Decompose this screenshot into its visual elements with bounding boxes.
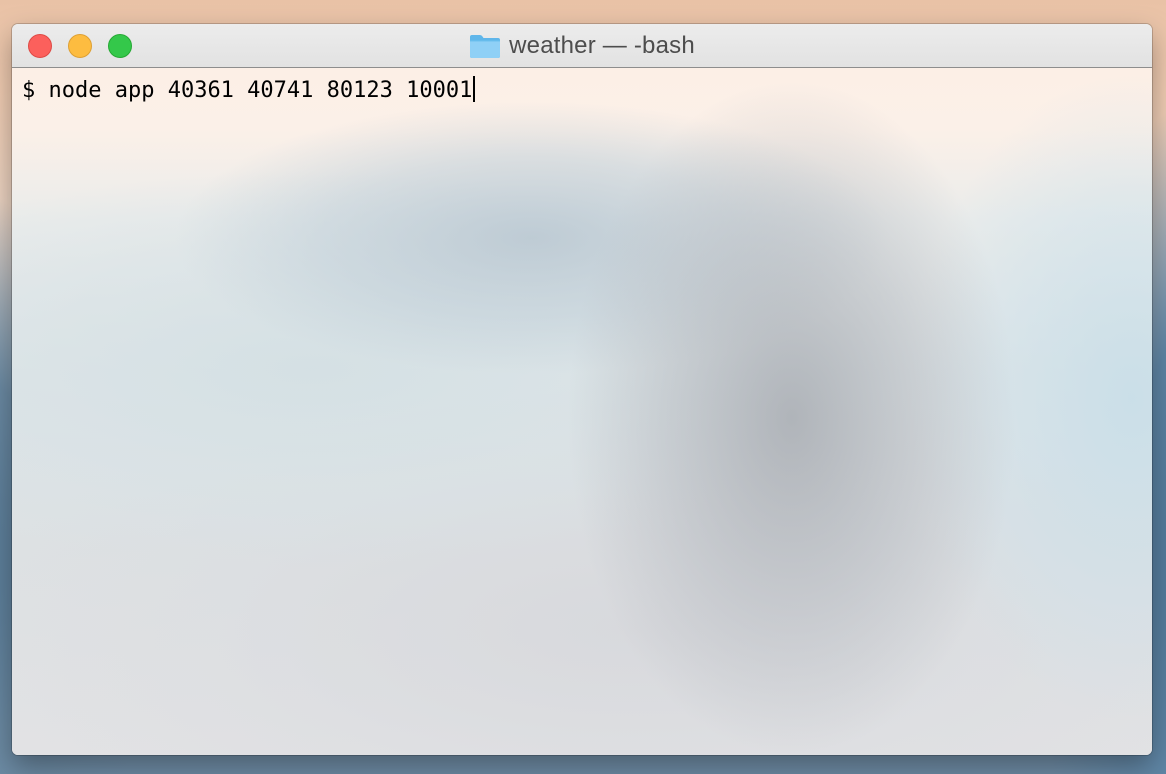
command-text: node app 40361 40741 80123 10001 [48,78,473,103]
folder-icon [469,33,501,59]
window-title: weather — -bash [509,32,695,59]
terminal-content[interactable]: $ node app 40361 40741 80123 10001 [12,68,1152,755]
prompt-symbol: $ [22,78,36,103]
window-title-area: weather — -bash [12,24,1152,68]
terminal-window: weather — -bash $ node app 40361 40741 8… [12,24,1152,755]
title-bar[interactable]: weather — -bash [12,24,1152,68]
text-cursor [473,76,476,102]
command-line[interactable]: $ node app 40361 40741 80123 10001 [22,76,476,106]
